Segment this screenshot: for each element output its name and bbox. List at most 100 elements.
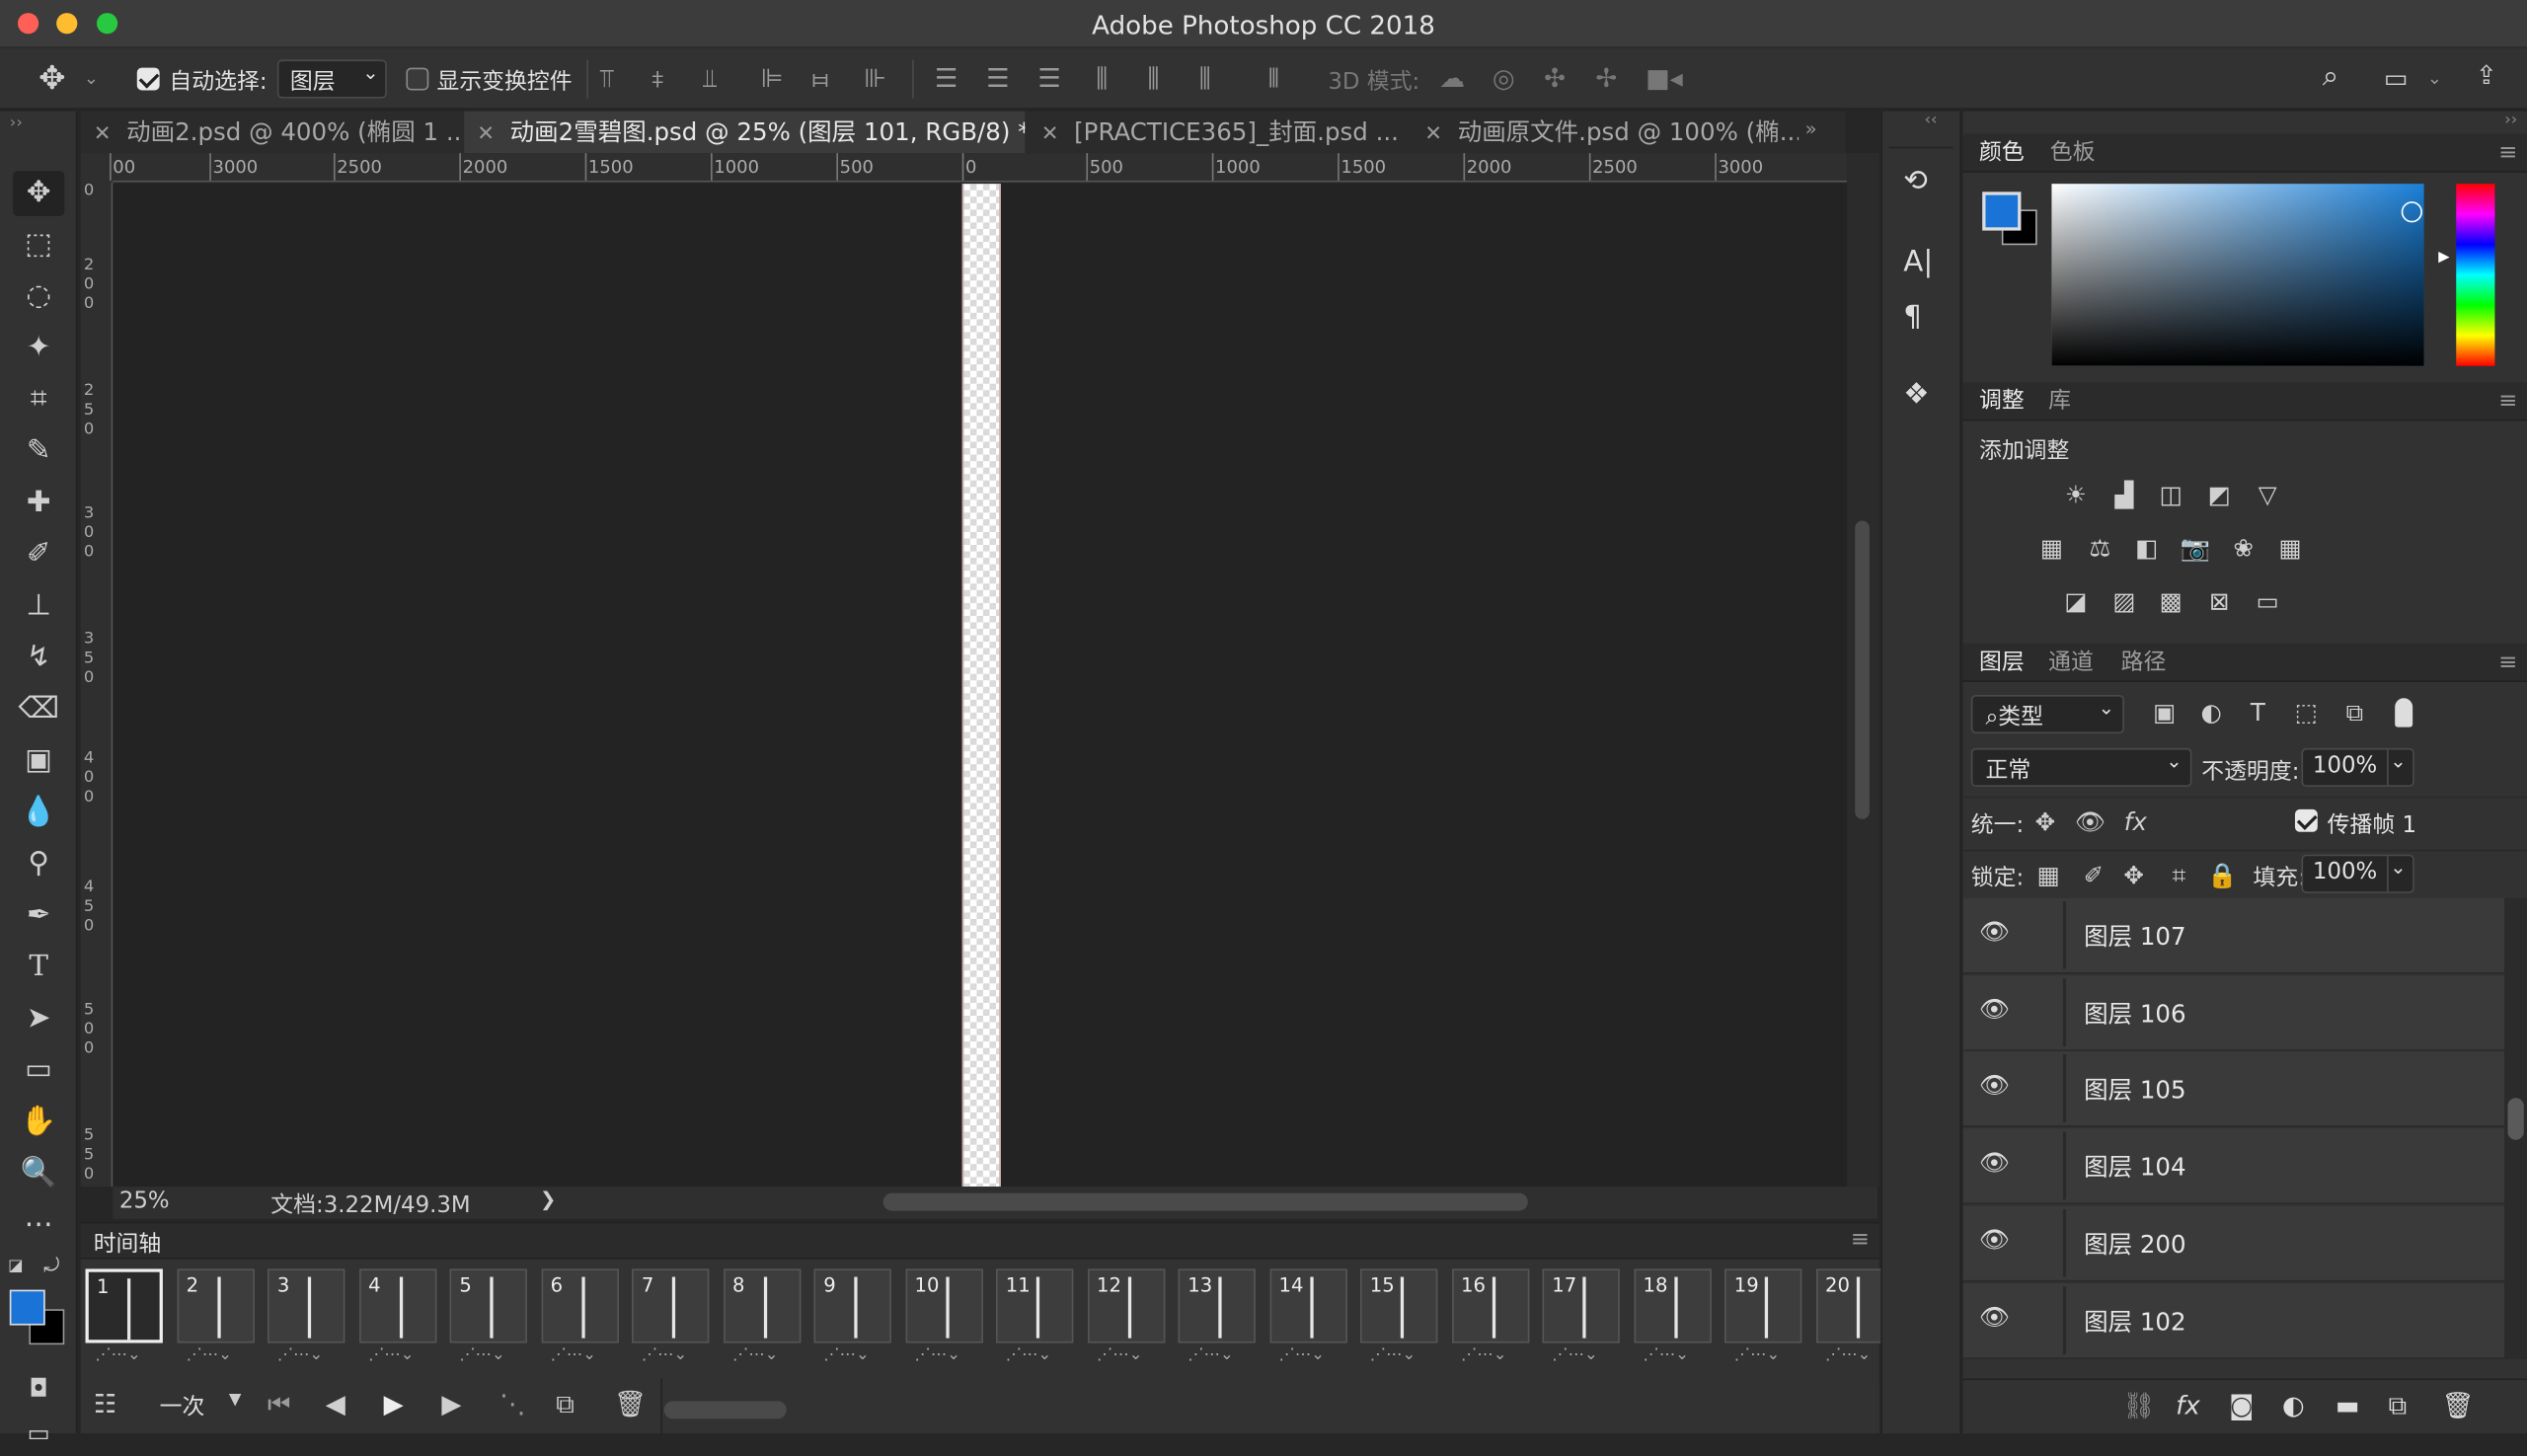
more-tabs-icon[interactable]: »	[1805, 117, 1817, 140]
auto-select-checkbox[interactable]	[136, 67, 160, 91]
color-balance-icon[interactable]: ⚖	[2082, 534, 2117, 567]
stamp-tool-icon[interactable]: ⊥	[13, 583, 64, 629]
3d-orbit-icon[interactable]: ☁	[1439, 63, 1465, 96]
sprite-strip-image[interactable]	[961, 184, 1001, 1188]
frame-delay-icon[interactable]: ⋰⋯⌄	[1370, 1346, 1416, 1364]
unify-visibility-icon[interactable]: 👁	[2073, 807, 2108, 840]
unify-style-icon[interactable]: fx	[2117, 807, 2153, 840]
close-tab-icon[interactable]: ✕	[1041, 122, 1059, 146]
timeline-frame[interactable]: 6 ⋰⋯⌄	[540, 1265, 622, 1372]
frame-thumbnail[interactable]: 1	[85, 1268, 163, 1343]
unify-position-icon[interactable]: ✥	[2028, 807, 2063, 840]
frame-thumbnail[interactable]: 11	[996, 1268, 1074, 1343]
threshold-icon[interactable]: ▩	[2153, 587, 2188, 620]
pen-tool-icon[interactable]: ✒	[13, 893, 64, 939]
panel-menu-icon[interactable]: ≡	[2498, 140, 2517, 166]
filter-toggle-icon[interactable]	[2395, 698, 2413, 728]
timeline-frame[interactable]: 18 ⋰⋯⌄	[1633, 1265, 1715, 1372]
frame-delay-icon[interactable]: ⋰⋯⌄	[823, 1346, 869, 1364]
new-group-icon[interactable]: ▬	[2336, 1390, 2360, 1422]
move-tool-icon[interactable]: ✥	[13, 171, 65, 216]
layer-name[interactable]: 图层 106	[2084, 996, 2186, 1030]
layer-thumbnail[interactable]	[2062, 1208, 2067, 1277]
status-menu-arrow-icon[interactable]: ❯	[540, 1188, 556, 1211]
document-size[interactable]: 文档:3.22M/49.3M	[270, 1188, 470, 1221]
history-panel-icon[interactable]: ⟲	[1903, 165, 1928, 198]
more-tools-icon[interactable]: ⋯	[13, 1202, 64, 1248]
play-icon[interactable]: ▶	[384, 1388, 404, 1420]
blend-mode-dropdown[interactable]: 正常 ⌄	[1970, 747, 2192, 788]
3d-slide-icon[interactable]: ✢	[1595, 63, 1617, 96]
frame-thumbnail[interactable]: 19	[1723, 1268, 1802, 1343]
visibility-eye-icon[interactable]: 👁	[1979, 1071, 2010, 1100]
layer-row[interactable]: 👁 图层 105	[1962, 1051, 2505, 1128]
canvas-vertical-scrollbar[interactable]	[1847, 153, 1879, 1188]
frame-thumbnail[interactable]: 16	[1451, 1268, 1529, 1343]
tab-paths[interactable]: 路径	[2121, 647, 2167, 679]
layer-row[interactable]: 👁 图层 107	[1962, 897, 2505, 974]
path-select-tool-icon[interactable]: ➤	[13, 996, 64, 1041]
lock-image-icon[interactable]: ✐	[2076, 861, 2111, 893]
frame-thumbnail[interactable]: 15	[1359, 1268, 1438, 1343]
layer-thumbnail[interactable]	[2062, 1131, 2067, 1200]
frame-thumbnail[interactable]: 5	[449, 1268, 527, 1343]
levels-icon[interactable]: ▟	[2106, 481, 2142, 513]
visibility-eye-icon[interactable]: 👁	[1979, 1302, 2010, 1331]
tab-color[interactable]: 颜色	[1979, 137, 2025, 170]
vibrance-icon[interactable]: ▽	[2250, 481, 2285, 513]
filter-shape-icon[interactable]: ⬚	[2288, 698, 2324, 730]
selective-color-icon[interactable]: ⊠	[2201, 587, 2237, 620]
add-mask-icon[interactable]: ◙	[2229, 1390, 2254, 1422]
swap-colors-icon[interactable]: ⤾	[43, 1255, 59, 1278]
tab-channels[interactable]: 通道	[2048, 647, 2094, 679]
next-frame-icon[interactable]: ▶	[441, 1388, 461, 1420]
filter-pixel-icon[interactable]: ▣	[2147, 698, 2182, 730]
frame-delay-icon[interactable]: ⋰⋯⌄	[1825, 1346, 1871, 1364]
frame-delay-icon[interactable]: ⋰⋯⌄	[642, 1346, 687, 1364]
visibility-eye-icon[interactable]: 👁	[1979, 994, 2010, 1023]
layers-list[interactable]: 👁 图层 107 👁 图层 106 👁 图层 105 👁 图层 104 👁 图层 200 👁 图层 1…	[1962, 897, 2505, 1359]
3d-camera-icon[interactable]: ■◂	[1646, 63, 1683, 96]
timeline-frame[interactable]: 15 ⋰⋯⌄	[1359, 1265, 1441, 1372]
timeline-frame[interactable]: 12 ⋰⋯⌄	[1087, 1265, 1168, 1372]
layer-filter-dropdown[interactable]: ⌕类型 ⌄	[1970, 694, 2124, 734]
timeline-frame[interactable]: 9 ⋰⋯⌄	[813, 1265, 895, 1372]
tween-icon[interactable]: ⋱	[499, 1388, 525, 1420]
tab-document-4[interactable]: ✕ 动画原文件.psd @ 100% (椭...	[1412, 112, 1799, 153]
layer-row[interactable]: 👁 图层 200	[1962, 1205, 2505, 1282]
hue-saturation-icon[interactable]: ▦	[2033, 534, 2069, 567]
frame-thumbnail[interactable]: 7	[632, 1268, 710, 1343]
delete-frame-icon[interactable]: 🗑	[614, 1388, 647, 1420]
foreground-color-swatch[interactable]	[9, 1289, 45, 1326]
layers-scrollbar[interactable]	[2504, 897, 2527, 1359]
frame-delay-icon[interactable]: ⋰⋯⌄	[1279, 1346, 1325, 1364]
frame-thumbnail[interactable]: 8	[723, 1268, 801, 1343]
filter-type-icon[interactable]: T	[2240, 698, 2275, 730]
distribute-vcenter-icon[interactable]: ☰	[986, 63, 1009, 96]
layer-row[interactable]: 👁 图层 104	[1962, 1128, 2505, 1205]
distribute-right-icon[interactable]: ⫼	[1199, 63, 1211, 96]
timeline-frame[interactable]: 19 ⋰⋯⌄	[1723, 1265, 1805, 1372]
eyedropper-tool-icon[interactable]: ✎	[13, 428, 64, 474]
convert-timeline-icon[interactable]: ☷	[94, 1388, 116, 1420]
fill-input[interactable]: 100% ⌄	[2301, 854, 2414, 893]
color-lookup-icon[interactable]: ▦	[2272, 534, 2308, 567]
timeline-frame[interactable]: 8 ⋰⋯⌄	[723, 1265, 804, 1372]
gradient-map-icon[interactable]: ▭	[2250, 587, 2285, 620]
frame-thumbnail[interactable]: 10	[904, 1268, 983, 1343]
scrollbar-thumb[interactable]	[2507, 1098, 2524, 1140]
healing-brush-tool-icon[interactable]: ✚	[13, 481, 64, 526]
distribute-hcenter-icon[interactable]: ⫼	[1147, 63, 1159, 96]
layer-name[interactable]: 图层 104	[2084, 1150, 2186, 1184]
curves-icon[interactable]: ◫	[2153, 481, 2188, 513]
rectangle-tool-icon[interactable]: ▭	[13, 1048, 64, 1094]
frame-delay-icon[interactable]: ⋰⋯⌄	[1461, 1346, 1506, 1364]
timeline-frame[interactable]: 13 ⋰⋯⌄	[1178, 1265, 1260, 1372]
delete-layer-icon[interactable]: 🗑	[2442, 1390, 2475, 1422]
lock-transparent-icon[interactable]: ▦	[2030, 861, 2066, 893]
screen-mode-icon[interactable]: ▭	[13, 1411, 64, 1456]
brightness-contrast-icon[interactable]: ☀	[2058, 481, 2094, 513]
visibility-eye-icon[interactable]: 👁	[1979, 917, 2010, 946]
collapse-icon[interactable]: ‹‹	[1924, 112, 1937, 129]
channel-mixer-icon[interactable]: ❀	[2226, 534, 2261, 567]
